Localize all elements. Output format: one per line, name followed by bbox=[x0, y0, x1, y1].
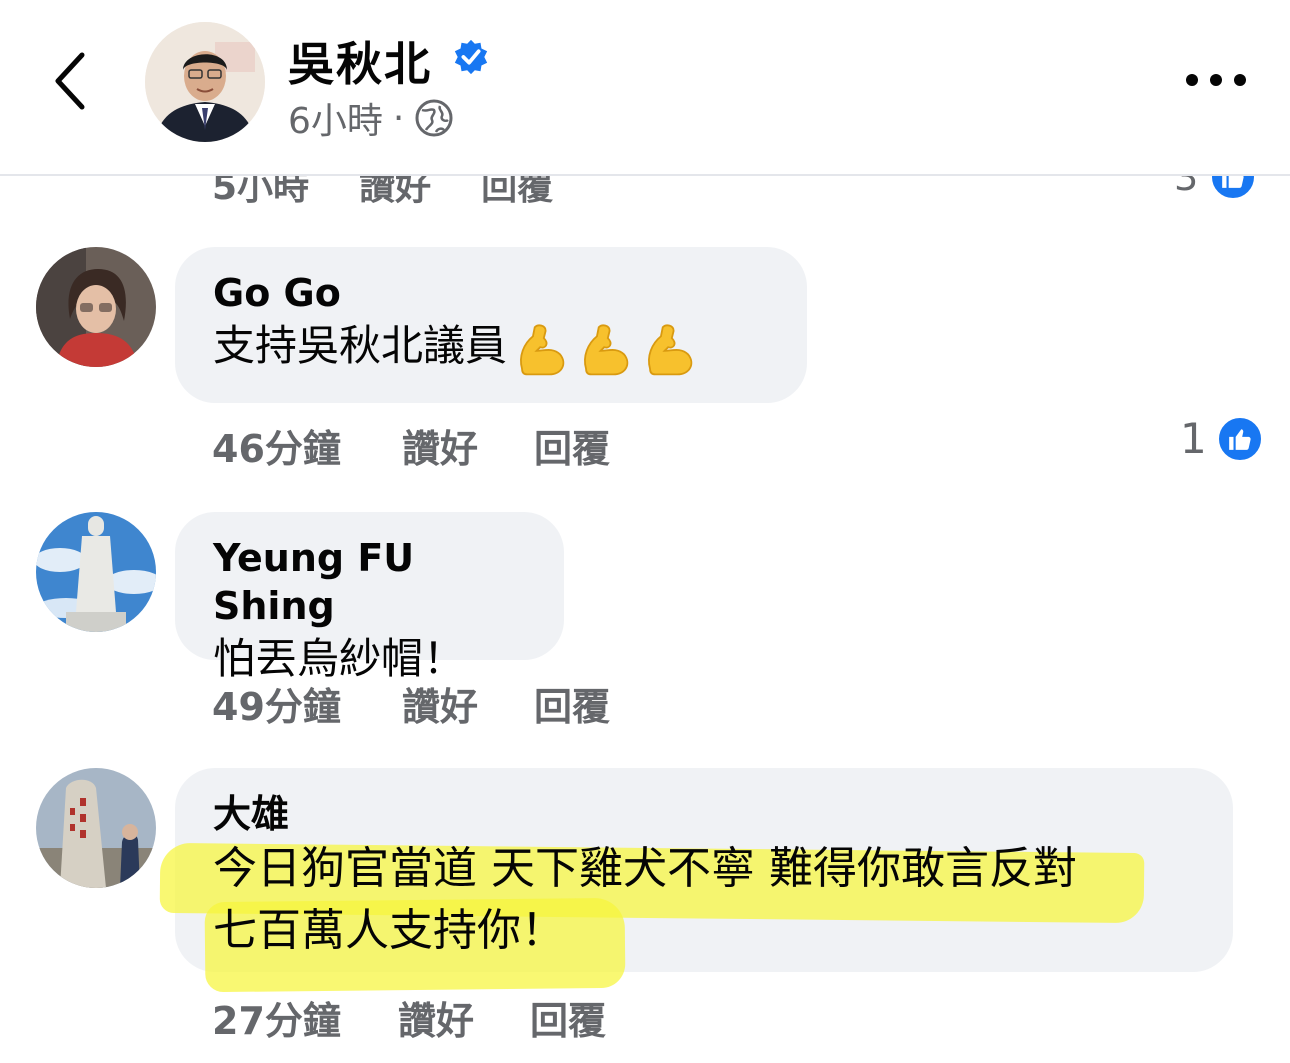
meta-separator: · bbox=[392, 97, 405, 139]
reply-button[interactable]: 回覆 bbox=[530, 990, 606, 1045]
comment-bubble[interactable]: Yeung FU Shing 怕丟烏紗帽！ bbox=[175, 512, 564, 683]
thumbs-up-icon bbox=[1216, 415, 1263, 462]
like-button[interactable]: 讚好 bbox=[402, 676, 534, 731]
comment-text: 支持吳秋北議員 bbox=[213, 317, 769, 378]
more-dot-icon bbox=[1234, 74, 1246, 86]
post-meta: 6小時 · bbox=[288, 92, 454, 144]
more-dot-icon bbox=[1210, 74, 1222, 86]
commenter-name[interactable]: Yeung FU Shing bbox=[213, 534, 526, 630]
comment-text-line: 今日狗官當道 天下雞犬不寧 難得你敢言反對 bbox=[213, 843, 1077, 894]
page-name[interactable]: 吳秋北 bbox=[288, 28, 432, 94]
comment-time[interactable]: 46分鐘 bbox=[212, 418, 402, 473]
more-dot-icon bbox=[1186, 74, 1198, 86]
flexed-biceps-emoji-icon bbox=[584, 323, 629, 375]
page-avatar[interactable] bbox=[145, 22, 265, 142]
post-time: 6小時 bbox=[288, 101, 383, 142]
comment-time[interactable]: 49分鐘 bbox=[212, 676, 402, 731]
globe-icon bbox=[415, 99, 453, 137]
commenter-name[interactable]: Go Go bbox=[213, 269, 769, 317]
post-header: 吳秋北 6小時 · bbox=[0, 0, 1290, 176]
chevron-left-icon bbox=[55, 52, 85, 110]
reply-button[interactable]: 回覆 bbox=[534, 418, 610, 473]
commenter-avatar[interactable] bbox=[36, 512, 156, 632]
comment-actions: 46分鐘 讚好 回覆 bbox=[212, 418, 610, 473]
commenter-avatar[interactable] bbox=[36, 768, 156, 888]
like-button[interactable]: 讚好 bbox=[398, 990, 530, 1045]
reply-button[interactable]: 回覆 bbox=[534, 676, 610, 731]
verified-badge-icon bbox=[454, 39, 488, 75]
comment-text-line: 七百萬人支持你！ bbox=[213, 905, 565, 956]
like-button[interactable]: 讚好 bbox=[402, 418, 534, 473]
flexed-biceps-emoji-icon bbox=[520, 323, 565, 375]
back-button[interactable] bbox=[40, 45, 100, 117]
comment-actions: 27分鐘 讚好 回覆 bbox=[212, 990, 606, 1045]
commenter-name[interactable]: 大雄 bbox=[213, 790, 1195, 838]
comment-actions: 49分鐘 讚好 回覆 bbox=[212, 676, 610, 731]
comment-time[interactable]: 27分鐘 bbox=[212, 990, 398, 1045]
comment-like-count[interactable]: 1 bbox=[1180, 414, 1263, 463]
more-options-button[interactable] bbox=[1186, 62, 1246, 98]
comment-text: 今日狗官當道 天下雞犬不寧 難得你敢言反對 七百萬人支持你！ bbox=[213, 838, 1077, 962]
comment-bubble[interactable]: Go Go 支持吳秋北議員 bbox=[175, 247, 807, 403]
commenter-avatar[interactable] bbox=[36, 247, 156, 367]
flexed-biceps-emoji-icon bbox=[648, 323, 693, 375]
